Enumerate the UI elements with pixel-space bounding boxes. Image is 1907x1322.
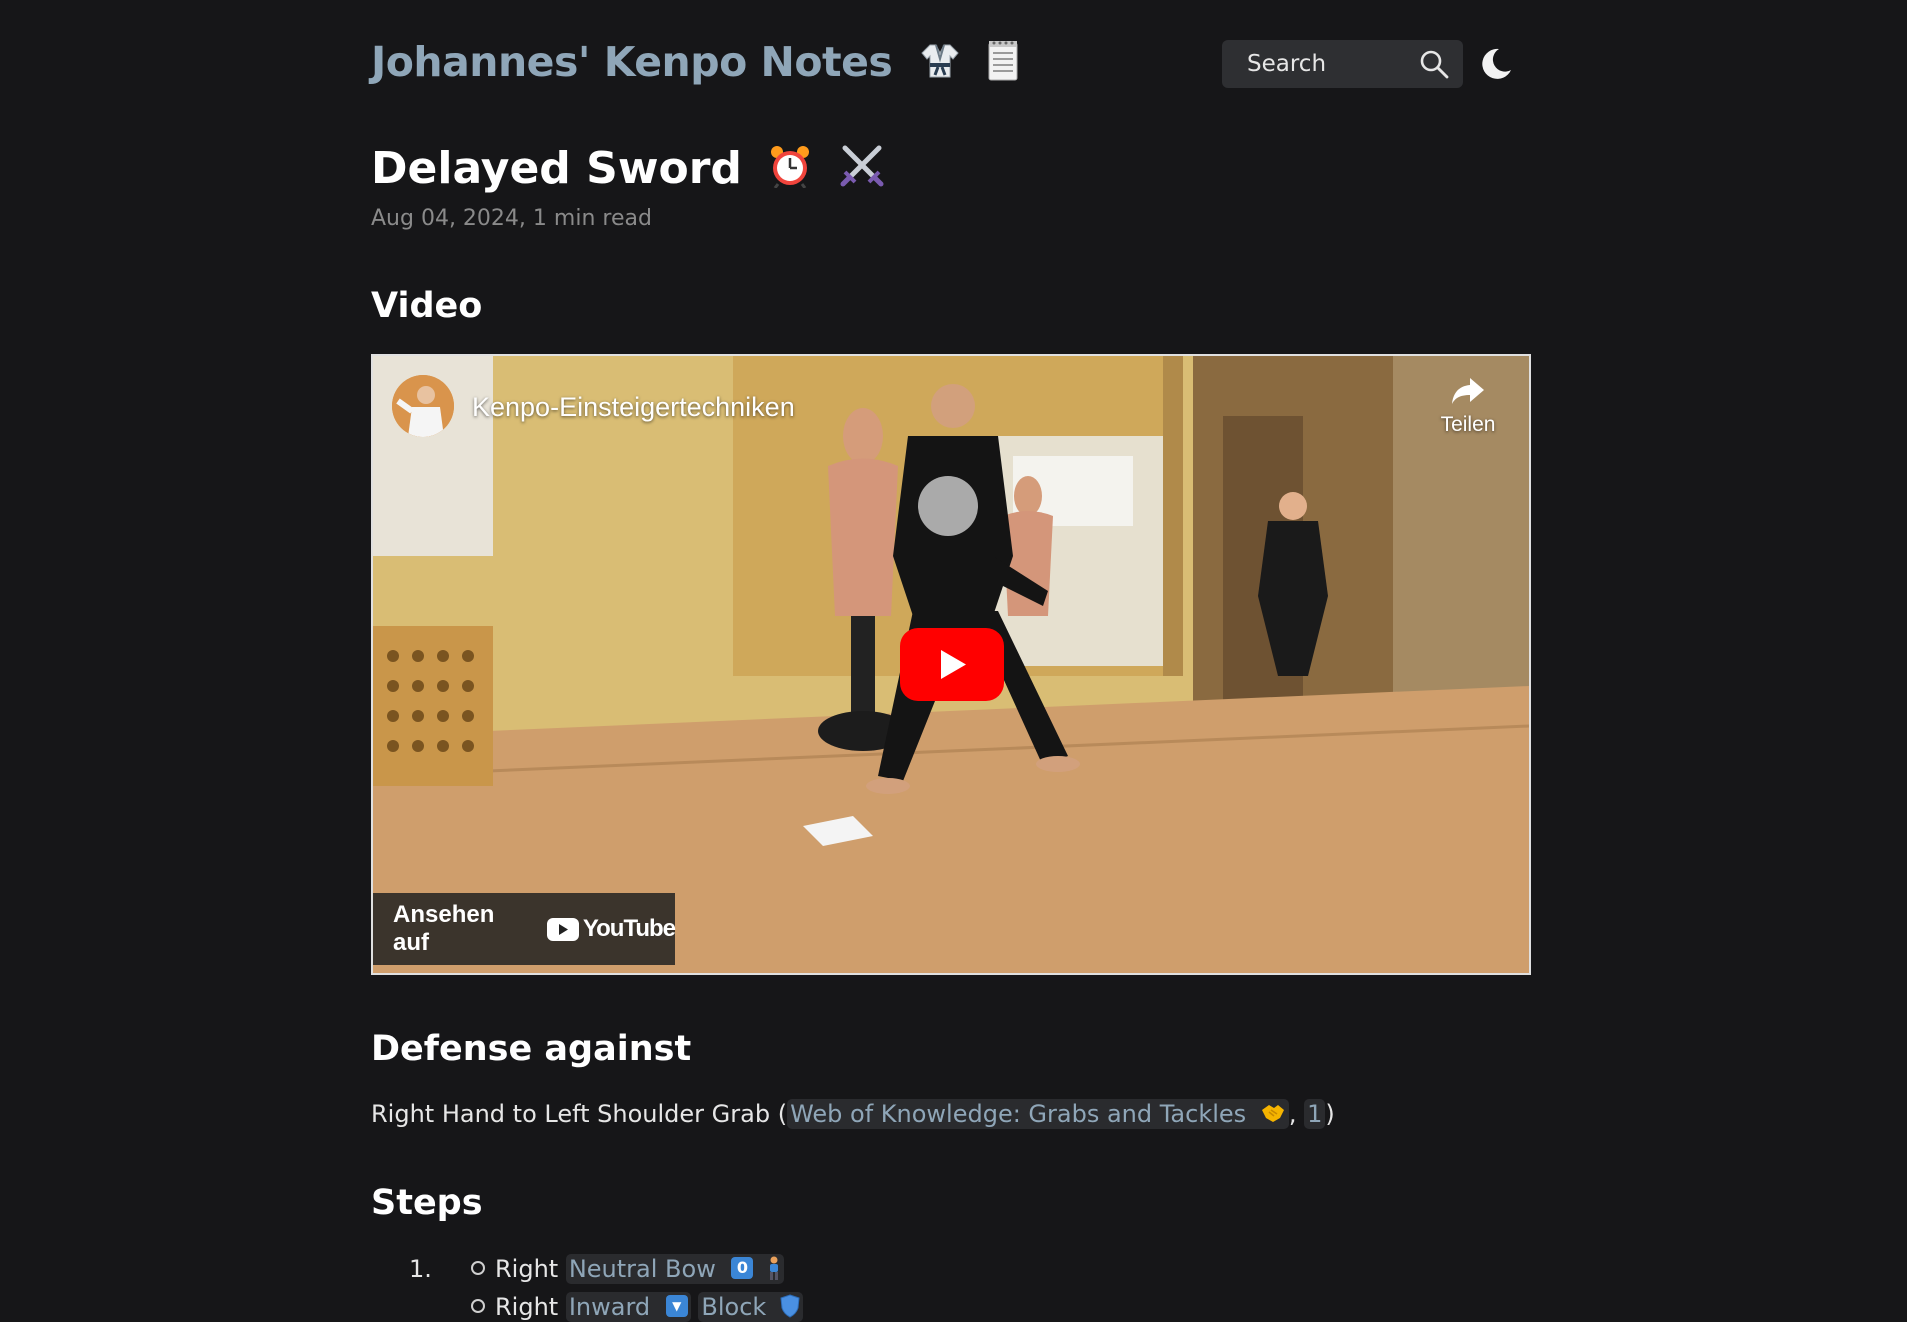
defense-separator: , — [1288, 1100, 1305, 1128]
link-web-of-knowledge[interactable]: Web of Knowledge: Grabs and Tackles — [787, 1099, 1289, 1129]
play-icon — [900, 628, 1004, 701]
search-icon[interactable] — [1419, 49, 1449, 79]
watch-on-label: Ansehen auf — [393, 901, 495, 956]
page-title: Delayed Sword — [371, 143, 885, 199]
handshake-icon — [1261, 1105, 1284, 1122]
site-title[interactable]: Johannes' Kenpo Notes — [371, 38, 1018, 91]
notepad-icon — [988, 39, 1018, 91]
video-title[interactable]: Kenpo-Einsteigertechniken — [472, 392, 795, 423]
crossed-swords-icon — [839, 144, 885, 199]
link-inward[interactable]: Inward ▼ — [565, 1292, 691, 1322]
watch-on-youtube-button[interactable]: Ansehen auf YouTube — [373, 893, 676, 965]
link-web-of-knowledge-label: Web of Knowledge: Grabs and Tackles — [790, 1100, 1247, 1128]
standing-person-icon — [770, 1256, 779, 1280]
bullet-icon — [471, 1261, 485, 1275]
alarm-clock-icon — [769, 144, 811, 199]
youtube-embed[interactable]: Kenpo-Einsteigertechniken Teilen Ansehen… — [371, 354, 1531, 975]
list-item: Right Inward ▼ Block — [471, 1292, 803, 1322]
dark-mode-toggle[interactable] — [1478, 46, 1514, 82]
step-prefix: Right — [495, 1293, 566, 1321]
list-item: Right Neutral Bow 0 — [471, 1254, 785, 1284]
youtube-wordmark: YouTube — [582, 915, 676, 942]
section-heading-steps: Steps — [371, 1183, 483, 1223]
share-icon — [1452, 378, 1484, 404]
play-button[interactable] — [900, 628, 1004, 701]
link-inward-label: Inward — [568, 1293, 651, 1321]
site-title-text[interactable]: Johannes' Kenpo Notes — [371, 38, 893, 86]
moon-icon — [1482, 48, 1511, 79]
article-meta: Aug 04, 2024, 1 min read — [371, 206, 652, 231]
bullet-icon — [471, 1299, 485, 1313]
share-label: Teilen — [1440, 413, 1496, 436]
youtube-logo: YouTube — [546, 915, 676, 943]
search-label: Search — [1247, 51, 1327, 77]
link-block[interactable]: Block — [698, 1292, 803, 1322]
defense-prefix: Right Hand to Left Shoulder Grab ( — [371, 1100, 788, 1128]
keycap-zero-icon: 0 — [731, 1257, 754, 1279]
share-button[interactable]: Teilen — [1428, 376, 1508, 446]
section-heading-video: Video — [371, 286, 483, 326]
link-neutral-bow[interactable]: Neutral Bow 0 — [565, 1254, 785, 1284]
down-arrow-icon: ▼ — [665, 1295, 688, 1317]
search-input[interactable]: Search — [1222, 40, 1463, 88]
page: Johannes' Kenpo Notes Search Delayed Swo… — [0, 0, 1907, 1322]
section-heading-defense: Defense against — [371, 1029, 692, 1069]
shield-icon — [780, 1294, 800, 1318]
channel-avatar[interactable] — [392, 375, 454, 437]
step-prefix: Right — [495, 1255, 566, 1283]
link-reference-1[interactable]: 1 — [1304, 1099, 1326, 1129]
defense-suffix: ) — [1325, 1100, 1335, 1128]
page-title-text: Delayed Sword — [371, 143, 742, 194]
youtube-icon — [546, 917, 579, 941]
defense-text: Right Hand to Left Shoulder Grab (Web of… — [371, 1099, 1335, 1129]
link-neutral-bow-label: Neutral Bow — [568, 1255, 716, 1283]
link-block-label: Block — [701, 1293, 767, 1321]
gi-icon — [920, 41, 960, 89]
step-number: 1. — [409, 1255, 432, 1283]
